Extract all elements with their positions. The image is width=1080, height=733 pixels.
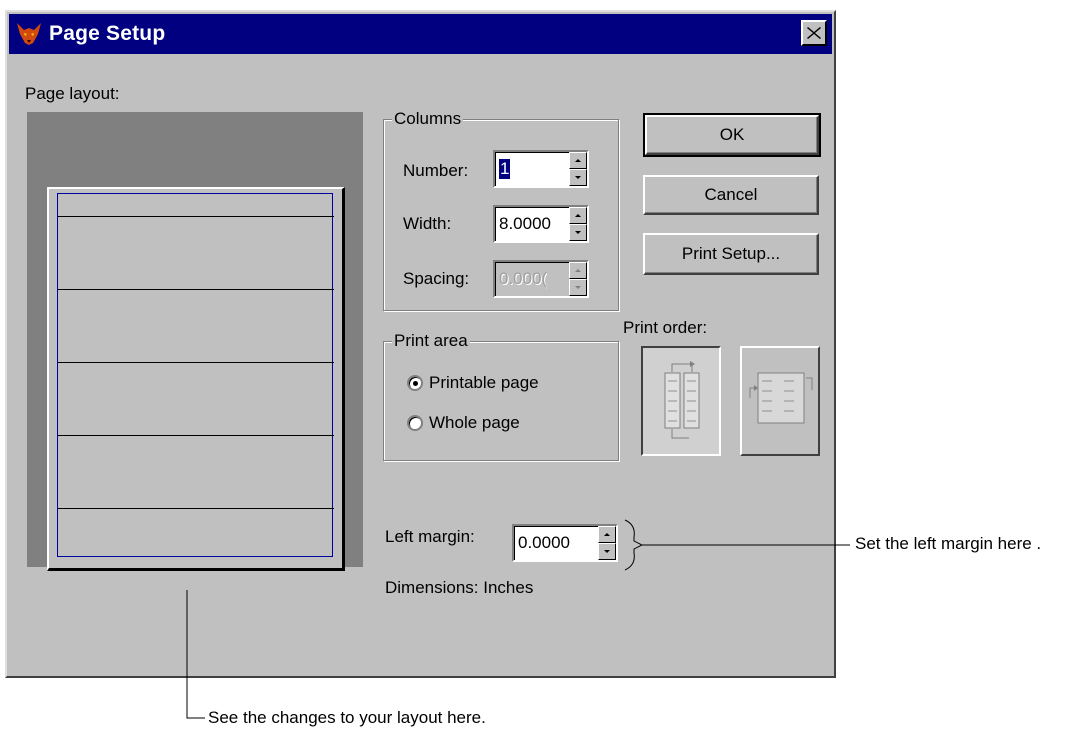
arrow-down-icon [575, 176, 581, 179]
left-margin-label: Left margin: [385, 527, 475, 546]
close-button[interactable] [801, 20, 827, 46]
number-spinner[interactable]: 1 [493, 150, 589, 188]
whole-page-option[interactable]: Whole page [407, 413, 520, 433]
printable-page-label: Printable page [429, 373, 539, 392]
number-decrement-button[interactable] [569, 169, 587, 186]
print-area-group: Print area [383, 331, 619, 461]
radio-unselected-icon[interactable] [407, 415, 423, 431]
foxpro-fox-icon [17, 23, 41, 45]
close-icon [807, 27, 821, 39]
whole-page-label: Whole page [429, 413, 520, 432]
arrow-down-icon [604, 550, 610, 553]
left-margin-spinner[interactable]: 0.0000 [512, 524, 618, 562]
printable-area-outline [57, 193, 334, 557]
width-increment-button[interactable] [569, 207, 587, 224]
spacing-label: Spacing: [403, 269, 470, 288]
left-margin-callout-text: Set the left margin here . [855, 534, 1042, 553]
preview-page [47, 187, 345, 571]
dimensions-label: Dimensions: Inches [385, 578, 534, 597]
top-to-bottom-order-icon [664, 361, 700, 439]
number-increment-button[interactable] [569, 152, 587, 169]
preview-row-divider [58, 289, 334, 290]
preview-row-divider [58, 435, 334, 436]
arrow-up-icon [575, 159, 581, 162]
page-layout-preview [27, 112, 363, 571]
preview-row-divider [58, 508, 334, 509]
left-margin-decrement-button[interactable] [598, 543, 616, 560]
width-decrement-button[interactable] [569, 224, 587, 241]
spacing-decrement-button [569, 279, 587, 296]
spacing-value: 0.000( [499, 269, 548, 288]
arrow-down-icon [575, 231, 581, 234]
left-to-right-order-icon [749, 372, 813, 424]
ok-button[interactable]: OK [643, 113, 821, 157]
arrow-up-icon [575, 269, 581, 272]
width-value[interactable]: 8.0000 [499, 214, 571, 234]
width-spinner[interactable]: 8.0000 [493, 205, 589, 243]
printable-page-option[interactable]: Printable page [407, 373, 539, 393]
left-margin-callout-bracket [624, 519, 850, 571]
print-order-down-then-across-button[interactable] [641, 346, 721, 456]
arrow-up-icon [575, 214, 581, 217]
left-margin-increment-button[interactable] [598, 526, 616, 543]
cancel-button[interactable]: Cancel [643, 175, 819, 215]
number-value[interactable]: 1 [499, 159, 511, 179]
width-label: Width: [403, 214, 452, 233]
print-setup-button[interactable]: Print Setup... [643, 233, 819, 275]
arrow-down-icon [575, 286, 581, 289]
title-bar: Page Setup [9, 14, 832, 54]
print-order-label: Print order: [623, 318, 708, 337]
window-title: Page Setup [49, 22, 166, 45]
columns-group-title: Columns [392, 109, 464, 129]
radio-selected-icon[interactable] [407, 375, 423, 391]
layout-callout-line [186, 590, 205, 719]
spacing-increment-button [569, 262, 587, 279]
print-area-group-title: Print area [392, 331, 470, 351]
left-margin-value[interactable]: 0.0000 [518, 533, 598, 553]
number-label: Number: [403, 161, 469, 180]
page-layout-label: Page layout: [25, 84, 120, 103]
arrow-up-icon [604, 533, 610, 536]
preview-row-divider [58, 216, 334, 217]
preview-row-divider [58, 362, 334, 363]
layout-callout-text: See the changes to your layout here. [208, 708, 486, 727]
print-order-across-then-down-button[interactable] [740, 346, 820, 456]
page-setup-dialog: Page Setup Page layout: Columns Number: … [5, 10, 836, 678]
spacing-spinner: 0.000( [493, 260, 589, 298]
